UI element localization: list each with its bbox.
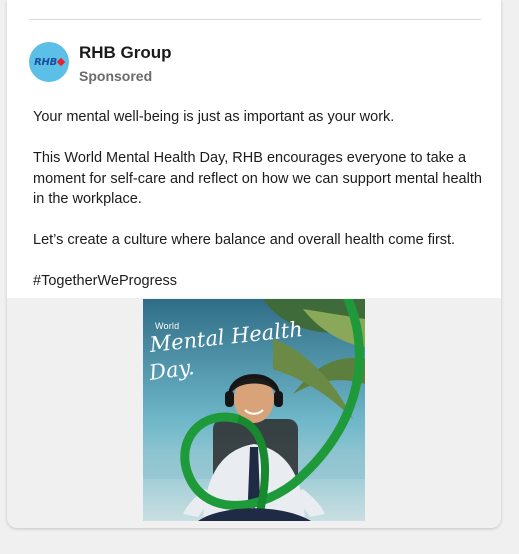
org-name[interactable]: RHB Group [79, 43, 172, 63]
post-paragraph: Let’s create a culture where balance and… [33, 232, 456, 248]
avatar-logo-text: RHB [34, 56, 57, 68]
post-body: Your mental well-being is just as import… [33, 107, 493, 292]
avatar[interactable]: RHB [29, 42, 69, 82]
post-paragraph: Your mental well-being is just as import… [33, 109, 395, 125]
feed-background: RHB RHB Group Sponsored Your mental well… [0, 0, 519, 554]
post-header-area: RHB RHB Group Sponsored Your mental well… [7, 0, 501, 298]
post-card: RHB RHB Group Sponsored Your mental well… [7, 0, 501, 528]
sponsored-label: Sponsored [79, 68, 153, 84]
logo-diamond-icon [56, 57, 66, 66]
divider [29, 19, 481, 20]
post-image[interactable]: World Mental Health Day. [143, 299, 365, 521]
hashtag-link[interactable]: #TogetherWeProgress [33, 271, 493, 292]
post-paragraph: This World Mental Health Day, RHB encour… [33, 150, 482, 207]
